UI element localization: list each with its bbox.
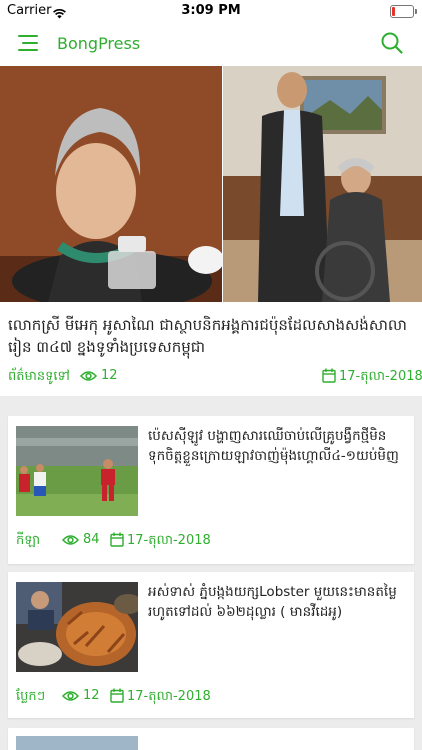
article-title[interactable]: ប៉េសស៊ីឡូវ បង្ហាញសារឈើចាប់លើគ្រូបង្វឹកថ្… xyxy=(148,426,406,466)
featured-title[interactable]: លោកស្រី មីអេកុ អូសាណៃ ជាស្ថាបនិកអង្គការជ… xyxy=(8,314,414,358)
view-count: 12 xyxy=(83,688,100,703)
menu-icon[interactable] xyxy=(17,32,39,54)
navigation-bar: BongPress xyxy=(0,22,422,67)
calendar-icon xyxy=(110,688,124,703)
featured-image xyxy=(0,66,422,302)
featured-meta: ព័ត៌មានទូទៅ 12 17-តុលា-2018 xyxy=(8,368,422,387)
view-count: 84 xyxy=(83,532,100,547)
category-label[interactable]: កីឡា xyxy=(16,532,40,551)
calendar-icon xyxy=(322,368,336,383)
category-label[interactable]: ព័ត៌មានទូទៅ xyxy=(8,368,70,387)
calendar-icon xyxy=(110,532,124,547)
search-icon[interactable] xyxy=(380,31,404,55)
article-thumbnail xyxy=(16,736,138,750)
status-bar: Carrier 3:09 PM xyxy=(0,0,422,22)
article-card[interactable]: អស់ទាស់ ភ្នំបង្កងយក្សLobster មួយនេះមានតម… xyxy=(8,572,414,718)
status-time: 3:09 PM xyxy=(181,3,241,18)
category-label[interactable]: ប្លែកៗ xyxy=(16,688,45,707)
view-count: 12 xyxy=(101,368,118,383)
battery-icon xyxy=(390,5,417,18)
article-thumbnail xyxy=(16,582,138,672)
views-icon xyxy=(62,535,79,545)
app-title: BongPress xyxy=(57,34,141,53)
publish-date: 17-តុលា-2018 xyxy=(127,689,211,704)
article-title[interactable]: អស់ទាស់ ភ្នំបង្កងយក្សLobster មួយនេះមានតម… xyxy=(148,582,406,622)
article-meta: ប្លែកៗ 12 17-តុលា-2018 xyxy=(16,688,406,706)
views-icon xyxy=(80,371,97,381)
article-card[interactable] xyxy=(8,728,414,750)
featured-article[interactable]: លោកស្រី មីអេកុ អូសាណៃ ជាស្ថាបនិកអង្គការជ… xyxy=(0,66,422,396)
article-meta: កីឡា 84 17-តុលា-2018 xyxy=(16,532,406,550)
article-card[interactable]: ប៉េសស៊ីឡូវ បង្ហាញសារឈើចាប់លើគ្រូបង្វឹកថ្… xyxy=(8,416,414,564)
article-thumbnail xyxy=(16,426,138,516)
views-icon xyxy=(62,691,79,701)
publish-date: 17-តុលា-2018 xyxy=(127,533,211,548)
publish-date: 17-តុលា-2018 xyxy=(339,369,422,384)
